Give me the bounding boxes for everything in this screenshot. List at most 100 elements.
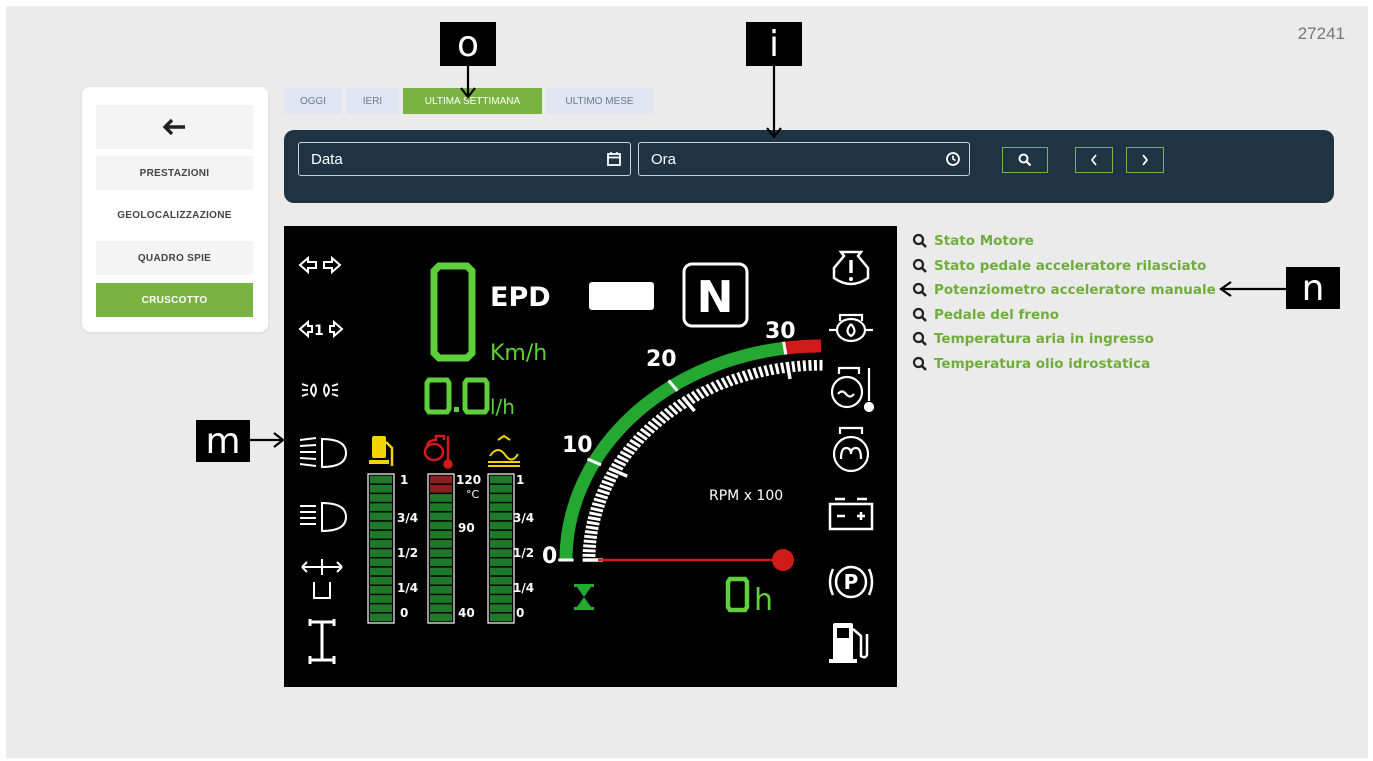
rpm-minor-tick (583, 544, 596, 548)
link-potenziometro-acceleratore[interactable]: Potenziometro acceleratore manuale (912, 278, 1216, 303)
rpm-minor-tick (741, 370, 749, 382)
bar-gauge-segment (490, 521, 512, 530)
fuel-label-3-4: 3/4 (397, 511, 418, 525)
tab-ultima-settimana[interactable]: ULTIMA SETTIMANA (403, 88, 542, 114)
svg-text:P: P (844, 570, 859, 594)
chevron-right-icon (1142, 154, 1149, 166)
bar-gauge-segment (370, 604, 392, 613)
sidebar: PRESTAZIONI GEOLOCALIZZAZIONE QUADRO SPI… (82, 87, 268, 332)
rpm-minor-tick (731, 373, 739, 385)
bar-gauge-segment (490, 595, 512, 603)
rpm-minor-tick (791, 361, 796, 373)
fuel-label-empty: 0 (400, 606, 408, 620)
axle-width-icon (301, 559, 343, 599)
next-button[interactable] (1126, 147, 1164, 173)
rpm-minor-tick (603, 475, 617, 483)
sidebar-item-quadro-spie[interactable]: QUADRO SPIE (96, 241, 253, 275)
glow-plug-icon (832, 426, 870, 473)
tab-oggi[interactable]: OGGI (284, 88, 342, 114)
search-icon (1018, 153, 1032, 167)
link-label: Potenziometro acceleratore manuale (934, 282, 1216, 299)
link-label: Temperatura aria in ingresso (934, 331, 1154, 348)
tab-ultimo-mese[interactable]: ULTIMO MESE (546, 88, 653, 114)
link-label: Stato pedale acceleratore rilasciato (934, 257, 1207, 274)
link-stato-motore[interactable]: Stato Motore (912, 229, 1216, 254)
bar-gauge-segment (490, 558, 512, 567)
temp-bar-gauge (427, 473, 455, 624)
link-temperatura-aria[interactable]: Temperatura aria in ingresso (912, 327, 1216, 352)
back-button[interactable] (96, 105, 253, 149)
high-beam-icon (299, 437, 348, 469)
rpm-minor-tick (705, 383, 715, 395)
temp-label-40: 40 (458, 606, 475, 620)
bar-gauge-segment (490, 540, 512, 548)
svg-text:1: 1 (314, 323, 324, 339)
rpm-minor-tick (587, 516, 601, 522)
date-placeholder: Data (311, 150, 343, 168)
bar-gauge-segment (430, 576, 452, 585)
rpm-minor-tick (780, 362, 786, 374)
clock-icon (946, 152, 960, 166)
rpm-minor-tick (752, 367, 759, 379)
temp-label-120: 120 (456, 473, 481, 487)
bar-gauge-segment (370, 475, 392, 484)
bar-gauge-segment (370, 494, 392, 502)
dashboard-panel: 1 EPD Km/h N l/h 1 3/4 1/2 1/4 0 120 °C … (284, 226, 897, 687)
link-label: Pedale del freno (934, 306, 1060, 323)
bar-gauge-segment (370, 540, 392, 548)
page-number: 27241 (1297, 24, 1345, 43)
search-icon (912, 332, 927, 347)
def-label-3-4: 3/4 (513, 511, 534, 525)
rpm-minor-tick (736, 371, 744, 384)
rpm-minor-tick (586, 520, 600, 526)
callout-n: n (1286, 267, 1340, 309)
bar-gauge-segment (490, 512, 512, 521)
sidebar-item-prestazioni[interactable]: PRESTAZIONI (96, 156, 253, 190)
fuel-label-full: 1 (400, 473, 408, 487)
bar-gauge-segment (490, 586, 512, 594)
def-label-empty: 0 (516, 606, 524, 620)
rpm-minor-tick (597, 488, 611, 496)
rpm-green-band (559, 341, 786, 561)
bar-gauge-segment (430, 549, 452, 557)
sidebar-item-geolocalizzazione[interactable]: GEOLOCALIZZAZIONE (96, 198, 253, 232)
low-beam-icon (300, 501, 348, 533)
rpm-minor-tick (599, 484, 612, 492)
time-field[interactable]: Ora (638, 142, 970, 176)
arrow-left-icon (162, 119, 185, 135)
rpm-minor-tick (796, 360, 801, 372)
bar-gauge-segment (370, 586, 392, 594)
oil-pressure-icon (829, 313, 873, 343)
prev-button[interactable] (1075, 147, 1113, 173)
rpm-minor-tick (710, 381, 719, 393)
search-button[interactable] (1002, 147, 1048, 173)
rpm-minor-tick (593, 497, 607, 504)
turn-signals-icon (298, 255, 342, 275)
rpm-unit-label: RPM x 100 (709, 488, 783, 504)
bar-gauge-segment (490, 576, 512, 585)
bar-gauge-segment (430, 503, 452, 511)
sidebar-item-cruscotto[interactable]: CRUSCOTTO (96, 283, 253, 317)
tab-ieri[interactable]: IERI (346, 88, 399, 114)
def-label-full: 1 (516, 473, 524, 487)
time-placeholder: Ora (651, 150, 677, 168)
engine-temperature-icon (830, 366, 875, 413)
rpm-minor-tick (774, 363, 780, 375)
link-pedale-freno[interactable]: Pedale del freno (912, 303, 1216, 328)
rpm-minor-tick (584, 534, 598, 539)
fuel-label-1-4: 1/4 (397, 581, 418, 595)
rpm-red-band (783, 339, 821, 355)
callout-m: m (196, 420, 250, 462)
rpm-minor-tick (590, 506, 604, 513)
rpm-minor-tick (808, 360, 812, 371)
bar-gauge-segment (370, 521, 392, 530)
bar-gauge-segment (370, 512, 392, 521)
link-stato-pedale-acceleratore[interactable]: Stato pedale acceleratore rilasciato (912, 254, 1216, 279)
bar-gauge-segment (490, 503, 512, 511)
link-temperatura-olio[interactable]: Temperatura olio idrostatica (912, 352, 1216, 377)
date-field[interactable]: Data (298, 142, 631, 176)
bar-gauge-segment (430, 475, 452, 484)
rpm-tick-0: 0 (542, 544, 557, 569)
rpm-tick-30: 30 (765, 319, 796, 344)
bar-gauge-segment (430, 521, 452, 530)
